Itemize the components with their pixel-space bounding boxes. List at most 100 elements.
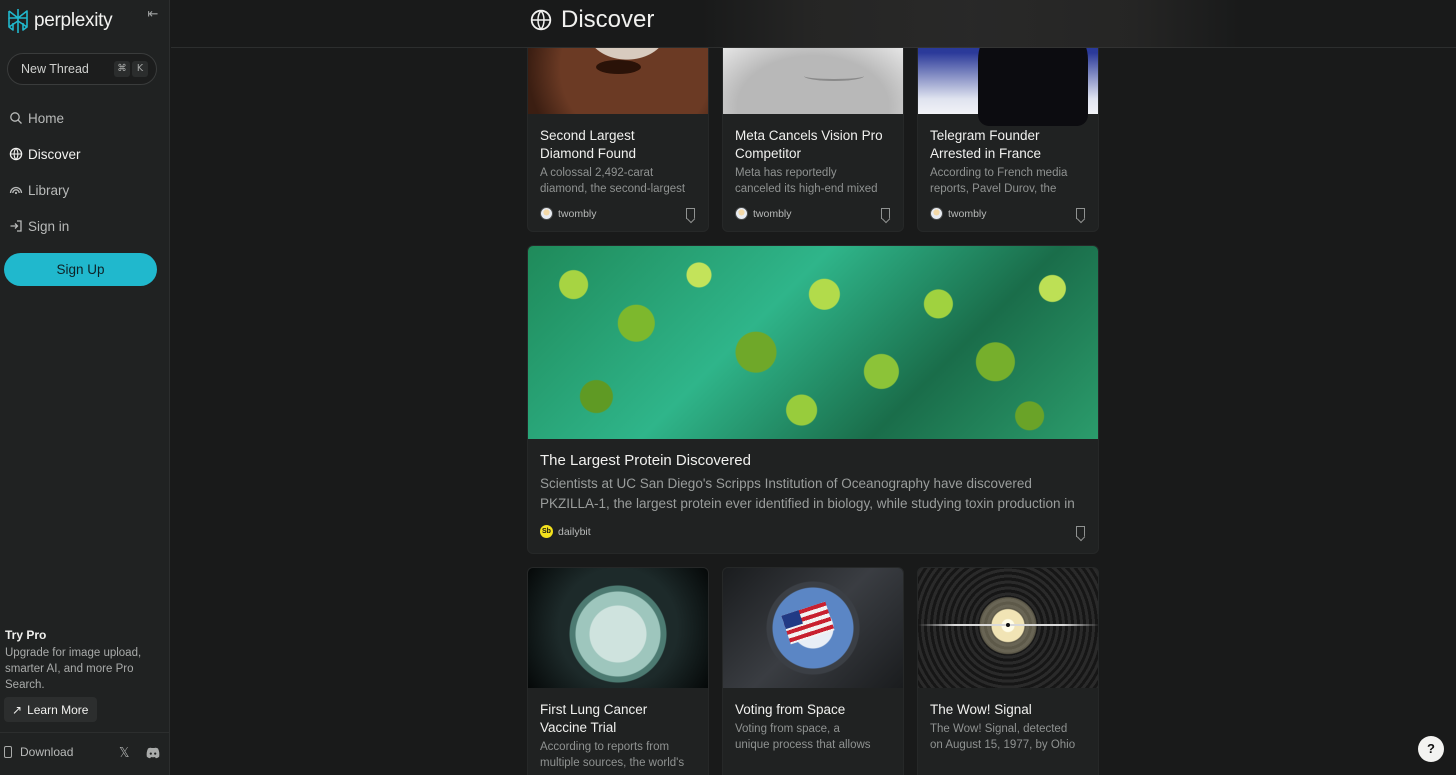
page-header: Discover [171,0,1456,48]
card-description: Voting from space, a unique process that… [735,721,893,753]
card-title-line: First Lung Cancer [540,702,648,717]
card-description: Meta has reportedly canceled its high-en… [735,165,893,197]
arrow-up-right-icon: ↗ [12,702,23,717]
sidebar-item-label: Discover [28,146,81,162]
collapse-sidebar-icon[interactable]: ⇤ [145,6,161,22]
news-card[interactable]: Voting from Space Voting from space, a u… [722,567,904,775]
space-station-window-image [723,568,903,688]
bookmark-icon[interactable] [881,208,890,219]
card-desc-line: Voting from space, a [735,723,840,735]
page-title: Discover [561,6,655,33]
card-author: Sb dailybit [540,525,591,538]
avatar [735,207,748,220]
sign-up-button[interactable]: Sign Up [4,253,157,286]
card-desc-line: According to French media [930,167,1068,179]
card-title-line: Arrested in France [930,146,1042,161]
sidebar-nav: Home Discover Library Sign in [0,100,170,244]
globe-icon [9,147,23,161]
card-author: twombly [930,207,987,220]
card-title: First Lung Cancer Vaccine Trial [540,701,647,737]
avatar [930,207,943,220]
us-flag [781,601,835,645]
sidebar-item-discover[interactable]: Discover [0,136,170,172]
card-desc-line: canceled its high-end mixed [735,183,878,195]
card-description: According to reports from multiple sourc… [540,739,698,771]
card-title: The Wow! Signal [930,701,1032,719]
brand-wordmark: perplexity [34,10,113,31]
news-card[interactable]: The Wow! Signal The Wow! Signal, detecte… [917,567,1099,775]
card-desc-line: unique process that allows [735,739,871,751]
card-title: Meta Cancels Vision Pro Competitor [735,127,883,163]
sidebar-item-label: Sign in [28,218,70,234]
card-desc-line: diamond, the second-largest [540,183,686,195]
discover-feed: Second Largest Diamond Found A colossal … [527,0,1099,775]
vaccine-virus-image [528,568,708,688]
sidebar: perplexity ⇤ New Thread ⌘ K Home Discove… [0,0,170,775]
sidebar-item-label: Library [28,182,70,198]
author-name: twombly [753,207,792,220]
featured-title: The Largest Protein Discovered [540,452,751,469]
sidebar-item-library[interactable]: Library [0,172,170,208]
author-name: twombly [948,207,987,220]
help-button[interactable]: ? [1418,736,1444,762]
avatar [540,207,553,220]
card-title: Telegram Founder Arrested in France [930,127,1041,163]
phone-icon [4,746,12,758]
author-name: dailybit [558,525,591,538]
shortcut-k-key: K [132,61,148,77]
header-backdrop [701,0,1241,48]
card-description: According to French media reports, Pavel… [930,165,1088,197]
card-title-line: Diamond Found [540,146,637,161]
card-desc-line: A colossal 2,492-carat [540,167,654,179]
card-title-line: Telegram Founder [930,128,1040,143]
pro-promo: Try Pro Upgrade for image upload, smarte… [5,628,165,693]
card-title: Voting from Space [735,701,845,719]
sidebar-footer: Download 𝕏 [0,732,170,775]
promo-title: Try Pro [5,628,47,642]
learn-more-label: Learn More [27,702,89,717]
card-desc-line: Scientists at UC San Diego's Scripps Ins… [540,476,1032,491]
featured-news-card[interactable]: The Largest Protein Discovered Scientist… [527,245,1099,554]
new-thread-button[interactable]: New Thread ⌘ K [7,53,157,85]
x-twitter-icon[interactable]: 𝕏 [119,745,129,761]
search-icon [9,111,23,125]
card-title-line: Vaccine Trial [540,720,617,735]
sidebar-item-sign-in[interactable]: Sign in [0,208,170,244]
card-title: Second Largest Diamond Found [540,127,636,163]
bookmark-icon[interactable] [686,208,695,219]
card-description: The Wow! Signal, detected on August 15, … [930,721,1088,753]
news-card[interactable]: First Lung Cancer Vaccine Trial Accordin… [527,567,709,775]
discord-icon[interactable] [146,746,160,759]
card-author: twombly [735,207,792,220]
card-desc-line: reports, Pavel Durov, the [930,183,1057,195]
bookmark-icon[interactable] [1076,208,1085,219]
bookmark-icon[interactable] [1076,526,1085,537]
library-icon [9,183,23,197]
download-label: Download [20,745,74,759]
sign-in-icon [9,219,23,233]
globe-icon [530,9,552,31]
shortcut-cmd-key: ⌘ [114,61,130,77]
card-title-line: The Wow! Signal [930,702,1032,717]
download-button[interactable]: Download [4,745,73,759]
card-description: A colossal 2,492-carat diamond, the seco… [540,165,698,197]
author-name: twombly [558,207,597,220]
card-title-line: Second Largest [540,128,635,143]
card-title-line: Voting from Space [735,702,846,717]
sidebar-item-home[interactable]: Home [0,100,170,136]
avatar: Sb [540,525,553,538]
featured-description: Scientists at UC San Diego's Scripps Ins… [540,474,1085,514]
brand-logo[interactable]: perplexity [6,6,164,36]
card-desc-line: According to reports from [540,741,670,753]
card-desc-line: on August 15, 1977, by Ohio [930,739,1076,751]
card-title-line: Competitor [735,146,802,161]
card-desc-line: Meta has reportedly [735,167,837,179]
new-thread-label: New Thread [21,62,89,76]
promo-description: Upgrade for image upload, smarter AI, an… [5,647,142,691]
card-desc-line: PKZILLA-1, the largest protein ever iden… [540,496,1075,511]
card-desc-line: The Wow! Signal, detected [930,723,1068,735]
perplexity-logo-icon [6,7,30,35]
learn-more-button[interactable]: ↗ Learn More [4,697,97,722]
wow-signal-image [918,568,1098,688]
app-root: perplexity ⇤ New Thread ⌘ K Home Discove… [0,0,1456,775]
